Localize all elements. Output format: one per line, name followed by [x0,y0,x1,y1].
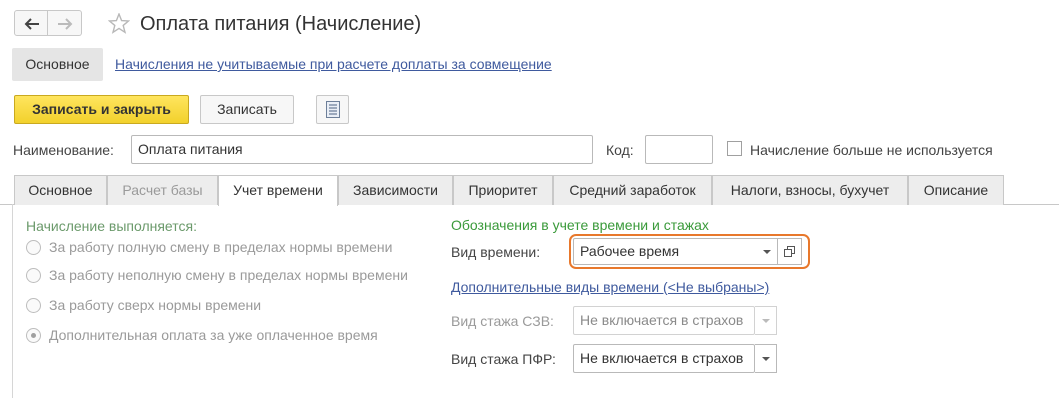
radio-button[interactable] [26,240,41,255]
radio-button[interactable] [26,298,41,313]
favorite-star-icon[interactable] [107,12,131,37]
name-field[interactable]: Оплата питания [131,135,593,164]
additional-time-types-link[interactable]: Дополнительные виды времени (<Не выбраны… [451,279,769,295]
back-button[interactable] [14,10,48,36]
document-list-icon [326,101,340,118]
name-label: Наименование: [13,142,114,158]
section-main[interactable]: Основное [12,48,103,81]
accrual-group-title: Начисление выполняется: [26,218,197,234]
tab-time-accounting[interactable]: Учет времени [218,175,338,206]
szv-field[interactable]: Не включается в страхов [573,306,755,335]
unused-checkbox[interactable] [727,141,742,156]
tab-dependencies[interactable]: Зависимости [338,175,453,205]
open-window-icon [784,246,795,257]
tab-priority[interactable]: Приоритет [453,175,553,205]
time-type-dropdown-button[interactable] [756,238,778,265]
time-type-field[interactable]: Рабочее время [573,238,778,265]
radio-label: За работу полную смену в пределах нормы … [49,239,393,255]
save-button[interactable]: Записать [200,95,294,124]
pfr-label: Вид стажа ПФР: [451,351,556,367]
code-field[interactable] [645,135,713,164]
radio-button[interactable] [26,268,41,283]
tab-main[interactable]: Основное [14,175,107,205]
page-title: Оплата питания (Начисление) [140,13,422,35]
tab-average-earnings[interactable]: Средний заработок [553,175,712,205]
time-type-label: Вид времени: [451,244,541,260]
pfr-field[interactable]: Не включается в страхов [573,344,755,373]
pfr-dropdown-button[interactable] [755,344,777,373]
time-type-open-button[interactable] [778,238,802,265]
panel-border [12,204,13,398]
report-button[interactable] [316,95,349,124]
tab-base-calc[interactable]: Расчет базы [107,175,218,205]
designations-group-title: Обозначения в учете времени и стажах [451,217,709,233]
radio-button-checked[interactable] [26,328,41,343]
tab-description[interactable]: Описание [908,175,1004,205]
section-main-label: Основное [25,56,90,72]
save-and-close-button[interactable]: Записать и закрыть [14,95,189,124]
forward-button[interactable] [48,10,82,36]
radio-label: За работу сверх нормы времени [49,297,262,313]
unused-checkbox-label: Начисление больше не используется [750,142,993,158]
tab-taxes[interactable]: Налоги, взносы, бухучет [712,175,908,205]
arrow-left-icon [24,18,39,30]
code-label: Код: [606,142,634,158]
szv-label: Вид стажа СЗВ: [451,313,554,329]
arrow-right-icon [58,18,73,30]
section-link-combination[interactable]: Начисления не учитываемые при расчете до… [115,56,552,72]
radio-label: За работу неполную смену в пределах норм… [49,267,408,283]
radio-label: Дополнительная оплата за уже оплаченное … [49,327,378,343]
szv-dropdown-button[interactable] [755,306,777,335]
